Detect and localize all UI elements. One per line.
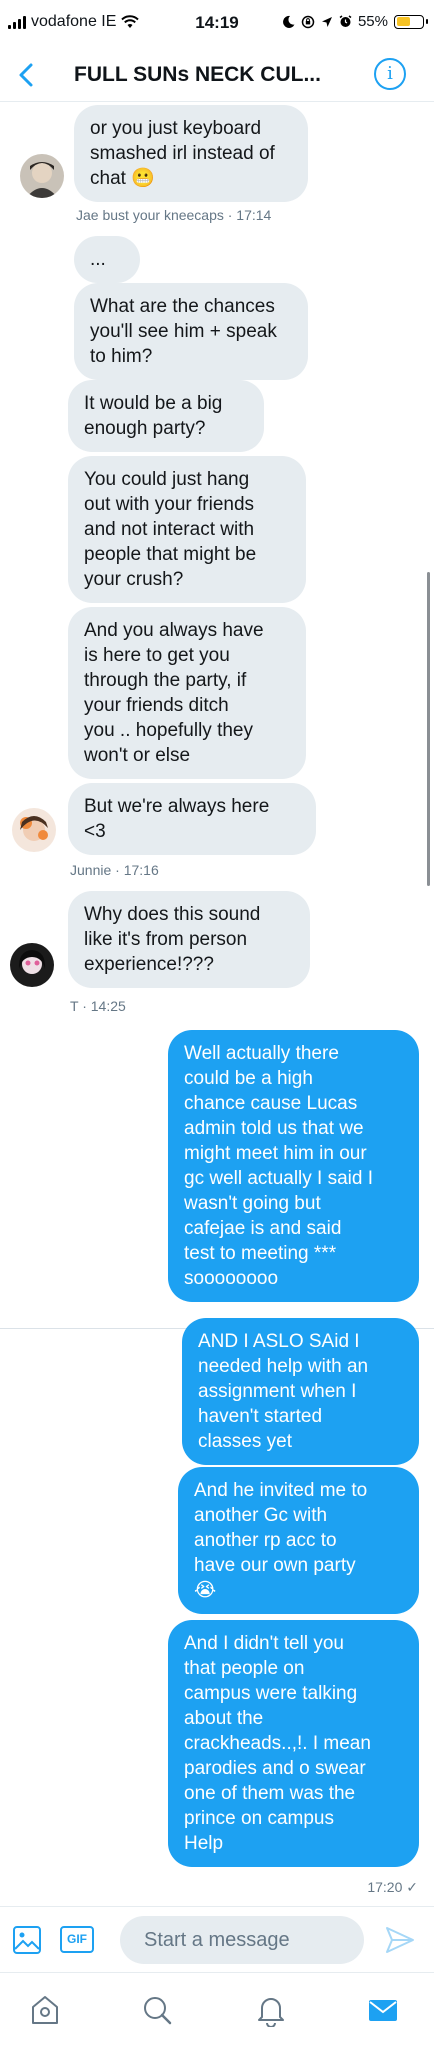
message-bubble[interactable]: It would be a big enough party? [68,380,264,452]
message-bubble[interactable]: And I didn't tell you that people on cam… [168,1620,419,1867]
send-icon[interactable] [384,1925,416,1955]
battery-icon [394,14,428,29]
message-bubble[interactable]: But we're always here <3 [68,783,316,855]
message-bubble[interactable]: or you just keyboard smashed irl instead… [74,105,308,202]
gif-button[interactable]: GIF [60,1926,94,1953]
moon-icon [283,15,295,28]
status-bar: vodafone IE 14:19 55% [0,0,434,48]
location-icon [321,16,332,27]
mail-icon[interactable] [366,1993,400,2027]
battery-fill [396,17,411,26]
message-composer: GIF [0,1906,434,1972]
message-bubble[interactable]: Well actually there could be a high chan… [168,1030,419,1302]
message-bubble[interactable]: ... [74,236,140,283]
lock-rotation-icon [301,15,315,28]
message-meta: 17:20 ✓ [367,1879,418,1895]
avatar-jae[interactable] [20,154,64,198]
conversation-header: FULL SUNs NECK CUL... i [0,48,434,102]
avatar-t[interactable] [10,943,54,987]
home-icon[interactable] [28,1993,62,2027]
status-right: 55% [283,13,428,30]
message-bubble[interactable]: What are the chances you'll see him + sp… [74,283,308,380]
chevron-left-icon[interactable] [14,60,40,90]
bell-icon[interactable] [254,1993,288,2027]
battery-percent: 55% [357,13,388,30]
message-bubble[interactable]: And he invited me to another Gc with ano… [178,1467,419,1614]
search-icon[interactable] [140,1993,174,2027]
message-input[interactable] [120,1916,364,1964]
message-meta: Jae bust your kneecaps · 17:14 [76,207,272,223]
scrollbar[interactable] [427,572,430,886]
image-icon[interactable] [12,1925,42,1955]
message-bubble[interactable]: AND I ASLO SAid I needed help with an as… [182,1318,419,1465]
message-meta: T · 14:25 [70,998,126,1014]
message-meta: Junnie · 17:16 [70,862,159,878]
conversation-title[interactable]: FULL SUNs NECK CUL... [74,63,354,87]
message-bubble[interactable]: And you always have is here to get you t… [68,607,306,779]
avatar-junnie[interactable] [12,808,56,852]
bottom-nav [0,1972,434,2048]
message-bubble[interactable]: Why does this sound like it's from perso… [68,891,310,988]
message-bubble[interactable]: You could just hang out with your friend… [68,456,306,603]
info-icon[interactable]: i [374,58,406,90]
alarm-icon [339,15,352,27]
